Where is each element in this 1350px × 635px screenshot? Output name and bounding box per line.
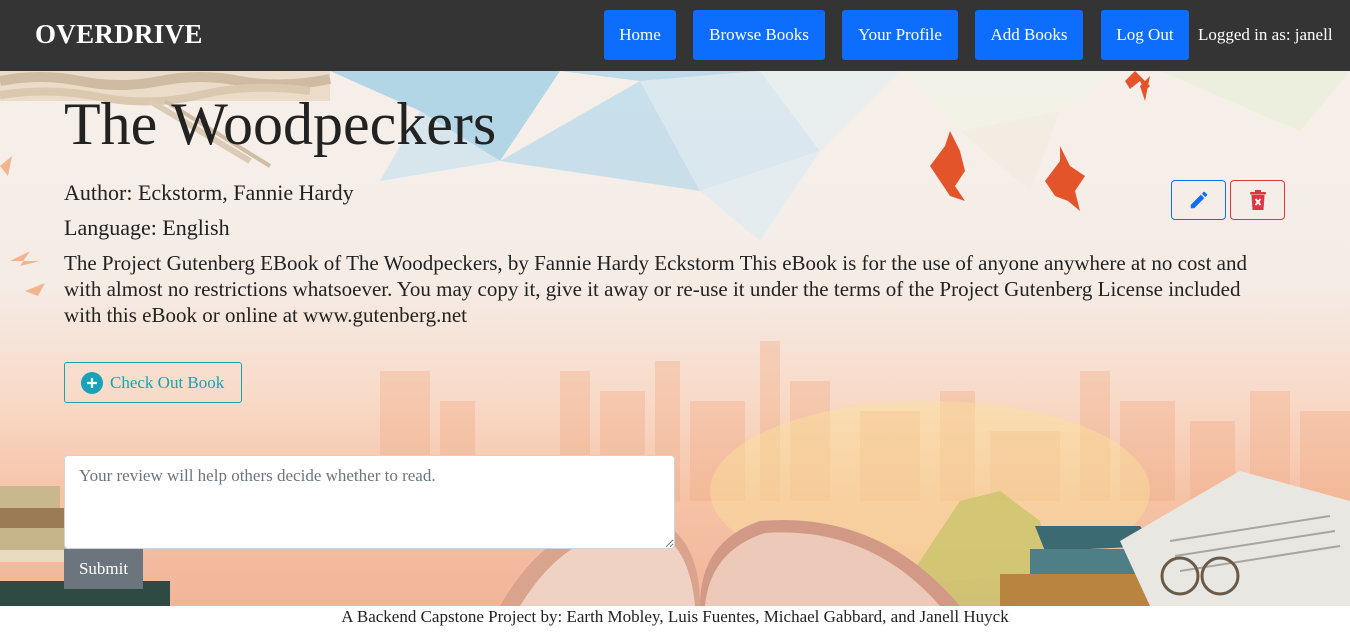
nav-add-books-button[interactable]: Add Books bbox=[975, 10, 1083, 60]
navbar: OVERDRIVE Home Browse Books Your Profile… bbox=[0, 0, 1350, 71]
nav-home-button[interactable]: Home bbox=[604, 10, 676, 60]
edit-book-button[interactable] bbox=[1171, 180, 1226, 220]
pencil-icon bbox=[1190, 191, 1207, 209]
nav-your-profile-button[interactable]: Your Profile bbox=[842, 10, 958, 60]
check-out-book-button[interactable]: Check Out Book bbox=[64, 362, 242, 403]
nav-log-out-button[interactable]: Log Out bbox=[1101, 10, 1189, 60]
footer-credit: A Backend Capstone Project by: Earth Mob… bbox=[341, 607, 1009, 626]
trash-x-icon bbox=[1249, 190, 1266, 210]
book-author: Author: Eckstorm, Fannie Hardy bbox=[64, 180, 354, 205]
book-language: Language: English bbox=[64, 215, 230, 240]
book-description: The Project Gutenberg EBook of The Woodp… bbox=[64, 251, 1247, 327]
nav-browse-books-button[interactable]: Browse Books bbox=[693, 10, 825, 60]
book-title: The Woodpeckers bbox=[64, 91, 497, 157]
review-textarea[interactable] bbox=[64, 455, 675, 549]
hero-background: The Woodpeckers Author: Eckstorm, Fannie… bbox=[0, 71, 1350, 606]
delete-book-button[interactable] bbox=[1230, 180, 1285, 220]
plus-circle-icon bbox=[81, 371, 103, 394]
logged-in-status: Logged in as: janell bbox=[1198, 25, 1333, 44]
submit-review-button[interactable]: Submit bbox=[64, 549, 143, 589]
check-out-book-label: Check Out Book bbox=[110, 372, 225, 392]
brand-logo[interactable]: OVERDRIVE bbox=[35, 19, 203, 50]
